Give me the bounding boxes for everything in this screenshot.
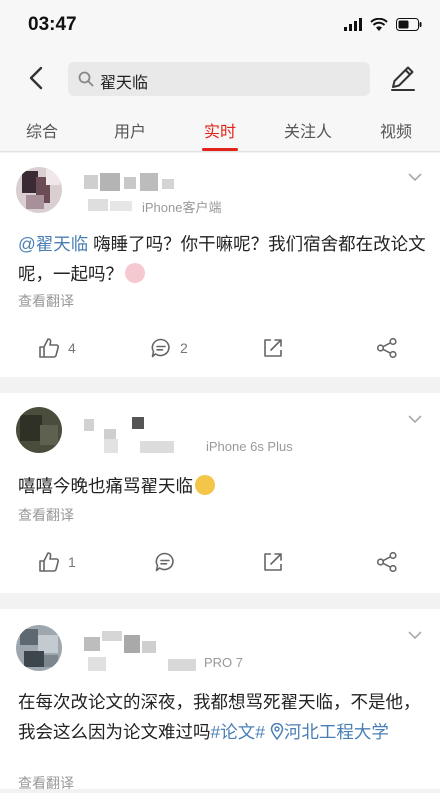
username-pixelated[interactable]	[84, 415, 156, 439]
like-count: 1	[68, 554, 76, 570]
location-pin-icon	[270, 722, 284, 741]
search-header: 翟天临	[0, 54, 440, 104]
avatar[interactable]	[16, 407, 62, 453]
grin-emoji-icon	[195, 475, 215, 495]
chevron-down-icon[interactable]	[408, 631, 422, 640]
share-icon	[376, 337, 397, 359]
translate-link[interactable]: 查看翻译	[18, 505, 74, 525]
avatar[interactable]	[16, 625, 62, 671]
chevron-down-icon[interactable]	[408, 415, 422, 424]
post-text: 在每次改论文的深夜，我都想骂死翟天临，不是他，我会这么因为论文难过吗#论文# 河…	[18, 692, 421, 742]
post-actions: 4 2	[0, 337, 440, 367]
share-icon	[376, 551, 397, 573]
username-pixelated[interactable]	[84, 631, 158, 653]
tab-comprehensive[interactable]: 综合	[26, 118, 58, 142]
repost-icon	[264, 339, 282, 357]
mention-link[interactable]: @翟天临	[18, 234, 88, 254]
thumbs-up-icon	[39, 552, 59, 572]
weibo-post: iPhone 6s Plus 嘻嘻今晚也痛骂翟天临 查看翻译 1	[0, 393, 440, 593]
like-button[interactable]: 4	[38, 337, 76, 359]
filter-tabs: 综合 用户 实时 关注人 视频	[0, 104, 440, 152]
translate-link[interactable]: 查看翻译	[18, 773, 74, 793]
compose-button[interactable]	[388, 62, 418, 97]
repost-button[interactable]	[262, 551, 284, 573]
like-button[interactable]: 1	[38, 551, 76, 573]
post-source: iPhone客户端	[142, 200, 222, 215]
chevron-down-icon[interactable]	[408, 173, 422, 182]
username-pixelated[interactable]	[84, 173, 176, 191]
search-query: 翟天临	[100, 75, 149, 92]
tab-following[interactable]: 关注人	[284, 118, 332, 142]
cellular-signal-icon	[344, 18, 362, 31]
repost-button[interactable]	[262, 337, 284, 359]
status-bar: 03:47	[0, 0, 440, 54]
avatar[interactable]	[16, 167, 62, 213]
tab-video[interactable]: 视频	[380, 118, 412, 142]
active-tab-indicator	[202, 148, 238, 151]
weibo-post: iPhone客户端 @翟天临 嗨睡了吗？你干嘛呢？我们宿舍都在改论文呢，一起吗？…	[0, 153, 440, 377]
wifi-icon	[370, 18, 388, 31]
like-count: 4	[68, 340, 76, 356]
status-icons	[344, 18, 422, 31]
battery-icon	[396, 18, 422, 31]
pencil-icon	[391, 66, 415, 91]
back-button[interactable]	[24, 64, 50, 92]
hashtag-link[interactable]: #论文#	[211, 722, 265, 742]
translate-link[interactable]: 查看翻译	[18, 291, 74, 311]
comment-icon	[155, 552, 174, 572]
comment-icon	[151, 338, 170, 358]
search-input[interactable]: 翟天临	[68, 62, 370, 96]
post-text: @翟天临 嗨睡了吗？你干嘛呢？我们宿舍都在改论文呢，一起吗？	[18, 234, 426, 284]
post-text: 嘻嘻今晚也痛骂翟天临	[18, 471, 426, 501]
share-button[interactable]	[376, 551, 398, 573]
weibo-post: PRO 7 在每次改论文的深夜，我都想骂死翟天临，不是他，我会这么因为论文难过吗…	[0, 609, 440, 791]
repost-icon	[264, 553, 282, 571]
location-link[interactable]: 河北工程大学	[270, 722, 389, 742]
search-icon	[78, 71, 94, 87]
pig-emoji-icon	[125, 263, 145, 283]
thumbs-up-icon	[39, 338, 59, 358]
tab-users[interactable]: 用户	[114, 118, 146, 142]
status-time: 03:47	[28, 14, 77, 35]
tab-realtime[interactable]: 实时	[204, 118, 236, 142]
comment-button[interactable]: 2	[150, 337, 188, 359]
post-source: PRO 7	[204, 655, 244, 670]
timestamp-pixelated	[88, 657, 198, 671]
chevron-left-icon	[29, 66, 43, 90]
post-actions: 1	[0, 551, 440, 581]
comment-count: 2	[180, 340, 188, 356]
share-button[interactable]	[376, 337, 398, 359]
comment-button[interactable]	[154, 551, 176, 573]
timestamp-pixelated	[104, 439, 174, 453]
timestamp-pixelated	[88, 199, 134, 211]
post-source: iPhone 6s Plus	[206, 439, 293, 454]
